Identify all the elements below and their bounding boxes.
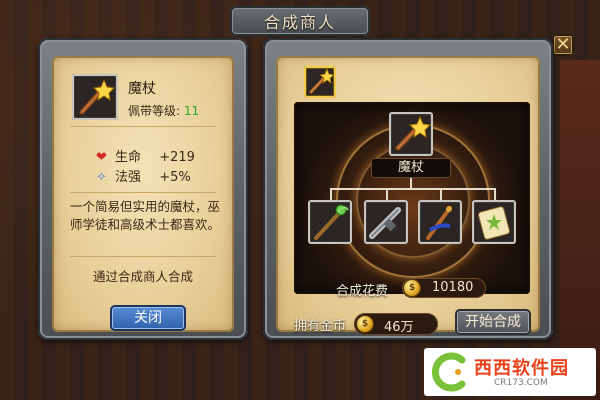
watermark: 西西软件园 CR173.COM [424, 348, 596, 396]
stat-label: 生命 [115, 150, 142, 165]
result-icon-small[interactable] [304, 66, 336, 98]
wear-level-row: 佩带等级: 11 [128, 102, 199, 119]
divider [70, 256, 216, 257]
stat-row-magic: ✧ 法强 +5% [96, 166, 191, 185]
green-staff-icon [314, 204, 349, 240]
connector [410, 178, 412, 188]
gold-coin-icon: $ [404, 280, 420, 296]
connector [330, 188, 496, 190]
result-name: 魔杖 [371, 158, 451, 178]
heart-icon: ❤ [96, 150, 107, 165]
ingredient-green-staff[interactable] [308, 200, 352, 244]
stat-label: 法强 [115, 170, 142, 185]
crafting-panel-inner: 魔杖 合成花费 $ 10180 [276, 56, 540, 332]
crafting-circle: 魔杖 [294, 102, 530, 294]
divider [70, 126, 216, 127]
ingredient-silver-gun[interactable] [364, 200, 408, 244]
divider [70, 192, 216, 193]
wear-level-value: 11 [183, 104, 200, 118]
stat-row-health: ❤ 生命 +219 [96, 146, 195, 165]
owned-label: 拥有金币 [294, 319, 347, 334]
item-name: 魔杖 [128, 81, 156, 97]
silver-gun-icon [369, 207, 401, 239]
watermark-brand: 西西软件园 [474, 358, 569, 379]
cost-value: 10180 [432, 280, 474, 295]
scroll-icon [477, 206, 511, 240]
ingredient-scroll[interactable] [472, 200, 516, 244]
item-info-panel-inner: 魔杖 佩带等级: 11 ❤ 生命 +219 ✧ 法强 +5% 一个简易但实用的魔… [52, 56, 234, 332]
connector [440, 188, 442, 200]
window-title-text: 合成商人 [263, 13, 336, 32]
window-title: 合成商人 [230, 6, 370, 36]
connector [330, 188, 332, 200]
owned-value-box: $ 46万 [354, 313, 438, 335]
item-source: 通过合成商人合成 [92, 269, 193, 284]
cost-label: 合成花费 [336, 284, 389, 299]
ingredient-blue-staff[interactable] [418, 200, 462, 244]
connector [494, 188, 496, 200]
owned-value: 46万 [384, 320, 414, 335]
item-description: 一个简易但实用的魔杖，巫师学徒和高级术士都喜欢。 [70, 199, 221, 232]
stat-value: +219 [159, 150, 195, 165]
watermark-url: CR173.COM [494, 378, 548, 388]
gold-coin-icon: $ [357, 316, 373, 332]
close-icon[interactable]: ✕ [552, 34, 574, 56]
stat-value: +5% [159, 170, 191, 185]
close-button[interactable]: 关闭 [110, 305, 186, 331]
watermark-logo [431, 352, 466, 392]
wand-small-icon: ✧ [96, 170, 107, 185]
connector [386, 188, 388, 200]
blue-staff-icon [426, 206, 452, 240]
result-item-icon [389, 112, 433, 156]
start-craft-button[interactable]: 开始合成 [455, 309, 531, 335]
cost-value-box: $ 10180 [402, 278, 486, 298]
item-icon [72, 74, 118, 120]
wear-level-label: 佩带等级: [128, 104, 181, 118]
